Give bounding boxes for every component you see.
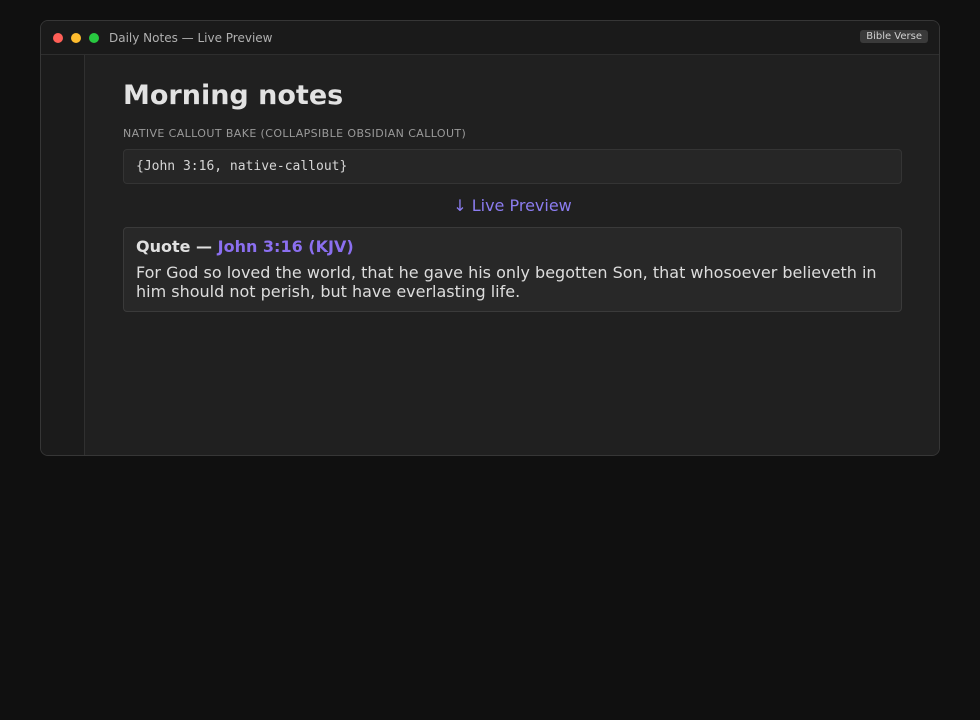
section-label: NATIVE CALLOUT BAKE (COLLAPSIBLE OBSIDIA…	[123, 127, 467, 140]
callout-type-label: Quote	[136, 237, 191, 256]
maximize-window-button[interactable]	[89, 32, 99, 43]
note-title[interactable]: Morning notes	[123, 80, 902, 112]
callout-title[interactable]: Quote — John 3:16 (KJV)	[136, 237, 889, 257]
window-title: Daily Notes — Live Preview	[109, 30, 273, 45]
callout-verse-text: For God so loved the world, that he gave…	[136, 263, 877, 301]
title-bar: Daily Notes — Live Preview Bible Verse	[41, 21, 939, 55]
left-ribbon	[41, 55, 85, 455]
close-window-button[interactable]	[53, 32, 63, 43]
callout-title-separator: —	[190, 237, 218, 256]
editor-pane[interactable]: Morning notes NATIVE CALLOUT BAKE (COLLA…	[85, 55, 939, 455]
window-body: Morning notes NATIVE CALLOUT BAKE (COLLA…	[41, 55, 939, 455]
source-code-text: {John 3:16, native-callout}	[136, 159, 348, 174]
quote-callout[interactable]: Quote — John 3:16 (KJV) For God so loved…	[123, 227, 902, 312]
callout-reference: John 3:16 (KJV)	[217, 237, 354, 256]
live-preview-label: ↓ Live Preview	[453, 196, 572, 215]
minimize-window-button[interactable]	[71, 32, 81, 43]
app-window: Daily Notes — Live Preview Bible Verse M…	[40, 20, 940, 456]
source-code-block[interactable]: {John 3:16, native-callout}	[123, 149, 902, 184]
plugin-badge[interactable]: Bible Verse	[860, 30, 928, 43]
